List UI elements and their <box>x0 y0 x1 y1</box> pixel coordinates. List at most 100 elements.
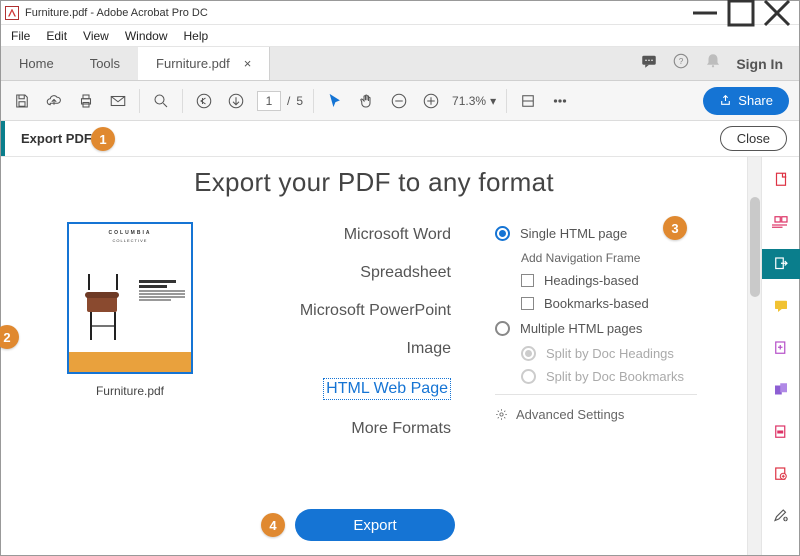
notifications-icon[interactable] <box>704 52 722 75</box>
checkbox-headings-label: Headings-based <box>544 273 639 288</box>
page-current-input[interactable]: 1 <box>257 91 281 111</box>
option-single-html[interactable]: Single HTML page <box>495 226 727 241</box>
format-word[interactable]: Microsoft Word <box>344 226 451 244</box>
checkbox-icon <box>521 297 534 310</box>
maximize-button[interactable] <box>723 2 759 24</box>
page-title: Export your PDF to any format <box>21 167 727 198</box>
nav-frame-label: Add Navigation Frame <box>521 251 727 265</box>
thumbnail-column: COLUMBIA COLLECTIVE <box>45 222 215 438</box>
radio-icon <box>521 346 536 361</box>
main: Export your PDF to any format COLUMBIA C… <box>1 157 799 555</box>
svg-text:?: ? <box>679 57 684 66</box>
advanced-settings-button[interactable]: Advanced Settings <box>495 407 727 422</box>
chevron-down-icon: ▾ <box>490 94 496 108</box>
share-icon <box>719 94 732 107</box>
page-sep: / <box>287 94 290 108</box>
close-window-button[interactable] <box>759 2 795 24</box>
print-icon[interactable] <box>75 90 97 112</box>
sidebar-edit-pdf-icon[interactable] <box>762 207 800 237</box>
more-tools-icon[interactable] <box>549 90 571 112</box>
mail-icon[interactable] <box>107 90 129 112</box>
option-split-headings: Split by Doc Headings <box>521 346 727 361</box>
format-list: Microsoft Word Spreadsheet Microsoft Pow… <box>251 222 451 438</box>
save-icon[interactable] <box>11 90 33 112</box>
selection-tool-icon[interactable] <box>324 90 346 112</box>
zoom-in-icon[interactable] <box>420 90 442 112</box>
toolbar: 1 / 5 71.3%▾ Share <box>1 81 799 121</box>
callout-2: 2 <box>0 325 19 349</box>
sidebar-export-pdf-icon[interactable] <box>762 249 800 279</box>
radio-icon <box>521 369 536 384</box>
option-multiple-html[interactable]: Multiple HTML pages <box>495 321 727 336</box>
scrollbar-thumb[interactable] <box>750 197 760 297</box>
radio-icon <box>495 321 510 336</box>
thumbnail-filename: Furniture.pdf <box>96 384 164 398</box>
callout-3: 3 <box>663 216 687 240</box>
sidebar-more-tools-icon[interactable] <box>762 501 800 531</box>
tab-document[interactable]: Furniture.pdf × <box>138 47 270 80</box>
option-single-label: Single HTML page <box>520 226 627 241</box>
thumbnail-image <box>79 264 131 342</box>
format-powerpoint[interactable]: Microsoft PowerPoint <box>300 302 451 320</box>
cloud-icon[interactable] <box>43 90 65 112</box>
options-column: Single HTML page 3 Add Navigation Frame … <box>487 222 727 438</box>
format-html[interactable]: HTML Web Page <box>323 378 451 400</box>
content: Export your PDF to any format COLUMBIA C… <box>1 157 747 555</box>
gear-icon <box>495 408 508 421</box>
tab-tools[interactable]: Tools <box>72 47 138 80</box>
zoom-value[interactable]: 71.3%▾ <box>452 94 496 108</box>
advanced-settings-label: Advanced Settings <box>516 407 624 422</box>
prev-page-icon[interactable] <box>193 90 215 112</box>
format-spreadsheet[interactable]: Spreadsheet <box>360 264 451 282</box>
page-total: 5 <box>296 94 303 108</box>
minimize-button[interactable] <box>687 2 723 24</box>
titlebar: Furniture.pdf - Adobe Acrobat Pro DC <box>1 1 799 25</box>
fit-width-icon[interactable] <box>517 90 539 112</box>
export-pdf-header: Export PDF 1 Close <box>1 121 799 157</box>
tabstrip: Home Tools Furniture.pdf × ? Sign In <box>1 47 799 81</box>
help-icon[interactable]: ? <box>672 52 690 75</box>
checkbox-headings-based[interactable]: Headings-based <box>521 273 727 288</box>
menu-file[interactable]: File <box>3 27 38 45</box>
menu-view[interactable]: View <box>75 27 117 45</box>
search-icon[interactable] <box>150 90 172 112</box>
radio-icon <box>495 226 510 241</box>
window-title: Furniture.pdf - Adobe Acrobat Pro DC <box>25 7 208 19</box>
signin-button[interactable]: Sign In <box>736 56 783 72</box>
export-button[interactable]: Export <box>295 509 455 541</box>
format-image[interactable]: Image <box>407 340 451 358</box>
sidebar-protect-icon[interactable] <box>762 459 800 489</box>
document-thumbnail[interactable]: COLUMBIA COLLECTIVE <box>67 222 193 374</box>
checkbox-bookmarks-based[interactable]: Bookmarks-based <box>521 296 727 311</box>
share-button[interactable]: Share <box>703 87 789 115</box>
callout-4: 4 <box>261 513 285 537</box>
menu-window[interactable]: Window <box>117 27 176 45</box>
menu-edit[interactable]: Edit <box>38 27 75 45</box>
format-more[interactable]: More Formats <box>351 420 451 438</box>
sidebar-combine-icon[interactable] <box>762 375 800 405</box>
zoom-out-icon[interactable] <box>388 90 410 112</box>
tab-document-label: Furniture.pdf <box>156 56 230 71</box>
checkbox-bookmarks-label: Bookmarks-based <box>544 296 649 311</box>
right-sidebar <box>761 157 799 555</box>
tab-close-icon[interactable]: × <box>244 56 252 71</box>
menubar: File Edit View Window Help <box>1 25 799 47</box>
page-indicator: 1 / 5 <box>257 91 303 111</box>
sidebar-comment-icon[interactable] <box>762 291 800 321</box>
option-split-bookmarks: Split by Doc Bookmarks <box>521 369 727 384</box>
hand-tool-icon[interactable] <box>356 90 378 112</box>
option-multiple-label: Multiple HTML pages <box>520 321 642 336</box>
close-panel-button[interactable]: Close <box>720 126 787 151</box>
callout-1: 1 <box>91 127 115 151</box>
sidebar-redact-icon[interactable] <box>762 417 800 447</box>
sidebar-create-pdf-icon[interactable] <box>762 165 800 195</box>
scrollbar[interactable] <box>747 157 761 555</box>
menu-help[interactable]: Help <box>176 27 217 45</box>
next-page-icon[interactable] <box>225 90 247 112</box>
chat-icon[interactable] <box>640 52 658 75</box>
share-label: Share <box>738 93 773 108</box>
tab-home[interactable]: Home <box>1 47 72 80</box>
checkbox-icon <box>521 274 534 287</box>
export-pdf-label: Export PDF <box>21 131 92 146</box>
sidebar-organize-icon[interactable] <box>762 333 800 363</box>
